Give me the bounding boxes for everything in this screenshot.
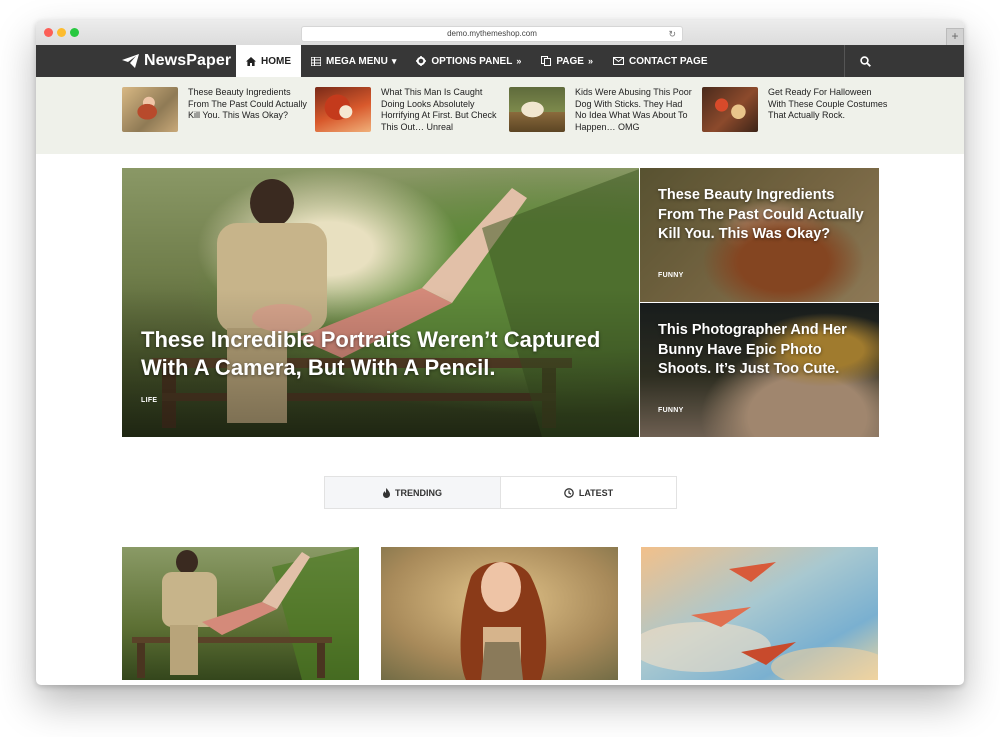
card-image-couple: [122, 547, 359, 680]
hero-main-category[interactable]: LIFE: [141, 397, 157, 404]
address-bar[interactable]: demo.mythemeshop.com ↻: [301, 26, 683, 42]
hero-side-title: These Beauty Ingredients From The Past C…: [658, 187, 864, 242]
home-icon: [246, 56, 256, 66]
hero-side-category[interactable]: FUNNY: [658, 407, 684, 414]
nav-item-options-panel[interactable]: OPTIONS PANEL »: [406, 45, 531, 77]
main-menu: HOME MEGA MENU ▾ OPTIONS PANEL » PAGE » …: [236, 45, 717, 77]
tab-trending[interactable]: TRENDING: [325, 477, 501, 508]
search-icon: [859, 55, 871, 67]
nav-item-page[interactable]: PAGE »: [531, 45, 603, 77]
double-chevron-right-icon: »: [516, 56, 522, 66]
nav-item-home[interactable]: HOME: [236, 45, 301, 77]
address-bar-url: demo.mythemeshop.com: [447, 29, 537, 38]
ticker-thumbnail-dog: [509, 87, 565, 132]
site-logo[interactable]: NewsPaper: [122, 45, 231, 77]
chevron-down-icon: ▾: [391, 55, 397, 66]
minimize-window-button[interactable]: [57, 28, 66, 37]
tab-trending-label: TRENDING: [395, 487, 442, 498]
ticker-thumbnail-woman: [122, 87, 178, 132]
post-card-image[interactable]: [122, 547, 359, 680]
search-button[interactable]: [844, 45, 885, 77]
card-image-woman: [381, 547, 618, 680]
post-tabs: TRENDING LATEST: [324, 476, 677, 509]
grid-icon: [311, 56, 321, 66]
ticker-title: These Beauty Ingredients From The Past C…: [188, 87, 307, 120]
nav-item-options-panel-label: OPTIONS PANEL: [431, 55, 513, 67]
ticker-bar: These Beauty Ingredients From The Past C…: [36, 77, 964, 154]
ticker-item[interactable]: These Beauty Ingredients From The Past C…: [122, 87, 307, 147]
nav-item-page-label: PAGE: [556, 55, 584, 67]
hero-main-overlay: [122, 168, 639, 437]
nav-item-contact-page-label: CONTACT PAGE: [628, 55, 708, 67]
flame-icon: [383, 487, 390, 498]
ticker-title: Get Ready For Halloween With These Coupl…: [768, 87, 888, 120]
hero-side-post[interactable]: These Beauty Ingredients From The Past C…: [640, 168, 879, 302]
nav-item-home-label: HOME: [261, 55, 291, 67]
double-chevron-right-icon: »: [587, 56, 593, 66]
nav-item-mega-menu-label: MEGA MENU: [326, 55, 388, 67]
nav-item-contact-page[interactable]: CONTACT PAGE: [603, 45, 718, 77]
hero-main-post[interactable]: These Incredible Portraits Weren’t Captu…: [122, 168, 639, 437]
tab-latest-label: LATEST: [578, 487, 614, 498]
post-card-image[interactable]: [381, 547, 618, 680]
site-logo-text: NewsPaper: [144, 52, 232, 69]
browser-window: demo.mythemeshop.com ↻ + NewsPaper HOME: [36, 20, 964, 685]
ticker-item[interactable]: Get Ready For Halloween With These Coupl…: [702, 87, 887, 147]
copy-icon: [541, 56, 552, 66]
nav-item-mega-menu[interactable]: MEGA MENU ▾: [301, 45, 406, 77]
gear-icon: [416, 56, 427, 66]
paper-plane-icon: [122, 54, 139, 68]
envelope-icon: [612, 57, 624, 65]
post-card-image[interactable]: [641, 547, 878, 680]
ticker-thumbnail-food: [315, 87, 371, 132]
ticker-thumbnail-costume: [702, 87, 758, 132]
card-image-paper-planes: [641, 547, 878, 680]
hero-main-title: These Incredible Portraits Weren’t Captu…: [141, 327, 601, 380]
tab-latest[interactable]: LATEST: [501, 477, 676, 508]
ticker-title: What This Man Is Caught Doing Looks Abso…: [381, 87, 497, 132]
site-navbar: NewsPaper HOME MEGA MENU ▾ OPTIONS PANEL…: [36, 45, 964, 77]
browser-titlebar: demo.mythemeshop.com ↻ +: [36, 20, 964, 46]
close-window-button[interactable]: [44, 28, 53, 37]
new-tab-button[interactable]: +: [946, 28, 964, 46]
ticker-item[interactable]: What This Man Is Caught Doing Looks Abso…: [315, 87, 500, 147]
hero-side-category[interactable]: FUNNY: [658, 272, 684, 279]
reload-icon[interactable]: ↻: [668, 27, 676, 41]
hero-side-title: This Photographer And Her Bunny Have Epi…: [658, 322, 847, 377]
ticker-item[interactable]: Kids Were Abusing This Poor Dog With Sti…: [509, 87, 694, 147]
zoom-window-button[interactable]: [70, 28, 79, 37]
hero-side-post[interactable]: This Photographer And Her Bunny Have Epi…: [640, 303, 879, 437]
featured-hero: These Incredible Portraits Weren’t Captu…: [122, 168, 879, 437]
ticker-title: Kids Were Abusing This Poor Dog With Sti…: [575, 87, 692, 132]
clock-icon: [563, 487, 574, 498]
